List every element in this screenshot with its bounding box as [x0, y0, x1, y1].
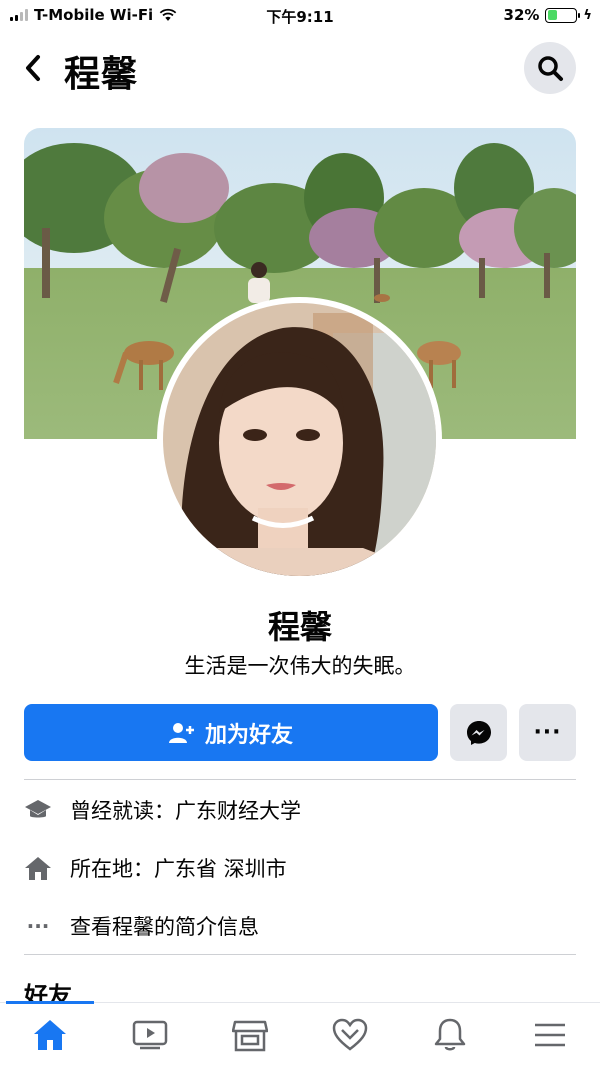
back-button[interactable] — [18, 50, 48, 86]
more-icon: ··· — [533, 720, 562, 745]
messenger-button[interactable] — [450, 704, 507, 761]
store-icon — [232, 1020, 268, 1052]
profile-name: 程馨 — [267, 608, 332, 646]
nav-tab-menu[interactable] — [500, 1003, 600, 1067]
heart-icon — [332, 1018, 368, 1051]
status-right: 32% ϟ — [504, 6, 592, 24]
nav-tab-home[interactable] — [0, 1001, 100, 1067]
nav-tab-dating[interactable] — [300, 1003, 400, 1067]
search-button[interactable] — [524, 42, 576, 94]
graduation-cap-icon — [24, 796, 52, 824]
avatar[interactable] — [157, 297, 442, 582]
info-view-about[interactable]: ··· 查看程馨的简介信息 — [24, 906, 576, 946]
ellipsis-icon: ··· — [26, 914, 50, 938]
menu-icon — [535, 1023, 565, 1047]
profile-picture — [163, 303, 436, 576]
nav-tab-watch[interactable] — [100, 1003, 200, 1067]
add-friend-label: 加为好友 — [204, 722, 293, 748]
bottom-nav — [0, 1001, 600, 1067]
info-education[interactable]: 曾经就读：广东财经大学 — [24, 790, 576, 830]
add-person-icon — [168, 722, 194, 743]
battery-percent: 32% — [503, 6, 540, 24]
bell-icon — [434, 1018, 466, 1051]
profile-bio: 生活是一次伟大的失眠。 — [184, 654, 416, 678]
charging-icon: ϟ — [583, 7, 592, 23]
more-options-button[interactable]: ··· — [519, 704, 576, 761]
video-icon — [132, 1020, 168, 1050]
divider — [24, 779, 576, 780]
nav-tab-marketplace[interactable] — [200, 1003, 300, 1067]
education-text: 曾经就读：广东财经大学 — [70, 799, 301, 823]
nav-tab-notifications[interactable] — [400, 1003, 500, 1067]
home-icon — [34, 1020, 66, 1050]
page-title: 程馨 — [64, 54, 139, 95]
search-icon — [538, 56, 563, 81]
add-friend-button[interactable]: 加为好友 — [24, 704, 438, 761]
info-location[interactable]: 所在地：广东省 深圳市 — [24, 848, 576, 888]
battery-icon — [545, 7, 581, 23]
divider — [24, 954, 576, 955]
profile-header: 程馨 — [0, 38, 600, 98]
messenger-icon — [466, 720, 491, 745]
home-location-icon — [24, 854, 52, 882]
chevron-left-icon — [26, 55, 40, 81]
view-about-text: 查看程馨的简介信息 — [70, 915, 259, 939]
status-bar: T-Mobile Wi-Fi 下午9:11 32% ϟ — [0, 0, 600, 32]
location-text: 所在地：广东省 深圳市 — [70, 857, 287, 881]
